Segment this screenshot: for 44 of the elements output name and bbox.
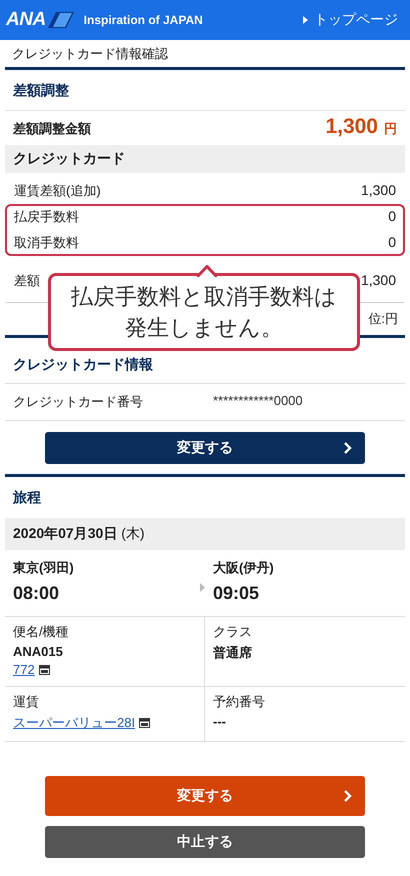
flight-time: 08:00: [13, 583, 60, 604]
airport-name: 大阪(伊丹): [213, 559, 275, 577]
fee-value: 0: [388, 208, 396, 226]
subsection-heading: クレジットカード: [5, 145, 405, 173]
flight-time: 09:05: [213, 583, 260, 604]
fee-label: 運賃差額(追加): [14, 182, 101, 200]
fee-value: 1,300: [360, 182, 396, 200]
section-title: 差額調整: [5, 70, 405, 111]
chevron-icon: [343, 789, 353, 803]
change-button[interactable]: 変更する: [45, 776, 365, 816]
detail-link[interactable]: 772: [13, 662, 35, 677]
triangle-icon: [303, 16, 308, 24]
airport-name: 東京(羽田): [13, 559, 75, 577]
fee-label: 払戻手数料: [14, 208, 79, 226]
detail-value: ---: [213, 714, 226, 729]
fee-label: 差額: [14, 272, 40, 290]
arrow-icon: [200, 583, 205, 592]
detail-link[interactable]: スーパーバリュー28I: [13, 714, 136, 732]
detail-label: 便名/機種: [13, 623, 69, 641]
section-title: 旅程: [12, 488, 42, 507]
total-amount: 1,300 円: [325, 115, 397, 139]
page-title: クレジットカード情報確認: [11, 45, 169, 63]
top-page-link[interactable]: トップページ: [303, 11, 398, 29]
fee-value: 1,300: [360, 272, 396, 290]
new-window-icon: [139, 718, 150, 728]
detail-label: 予約番号: [213, 693, 265, 711]
new-window-icon: [38, 664, 50, 674]
detail-value: 普通席: [213, 644, 252, 662]
detail-value: ANA015: [13, 644, 63, 659]
field-label: クレジットカード番号: [13, 393, 144, 411]
cancel-button[interactable]: 中止する: [45, 826, 365, 858]
logo[interactable]: ANA: [6, 9, 74, 31]
detail-label: 運賃: [13, 693, 39, 711]
unit-note: 位:円: [368, 310, 398, 328]
card-number: ************0000: [213, 393, 303, 410]
change-card-button[interactable]: 変更する: [45, 432, 365, 464]
fee-value: 0: [388, 234, 396, 252]
total-label: 差額調整金額: [13, 120, 91, 138]
chevron-icon: [343, 441, 353, 455]
flight-date: 2020年07月30日 (木): [5, 518, 405, 550]
callout-pointer: [197, 265, 217, 277]
fee-label: 取消手数料: [14, 234, 79, 252]
tagline: Inspiration of JAPAN: [84, 13, 203, 27]
detail-label: クラス: [213, 623, 252, 641]
